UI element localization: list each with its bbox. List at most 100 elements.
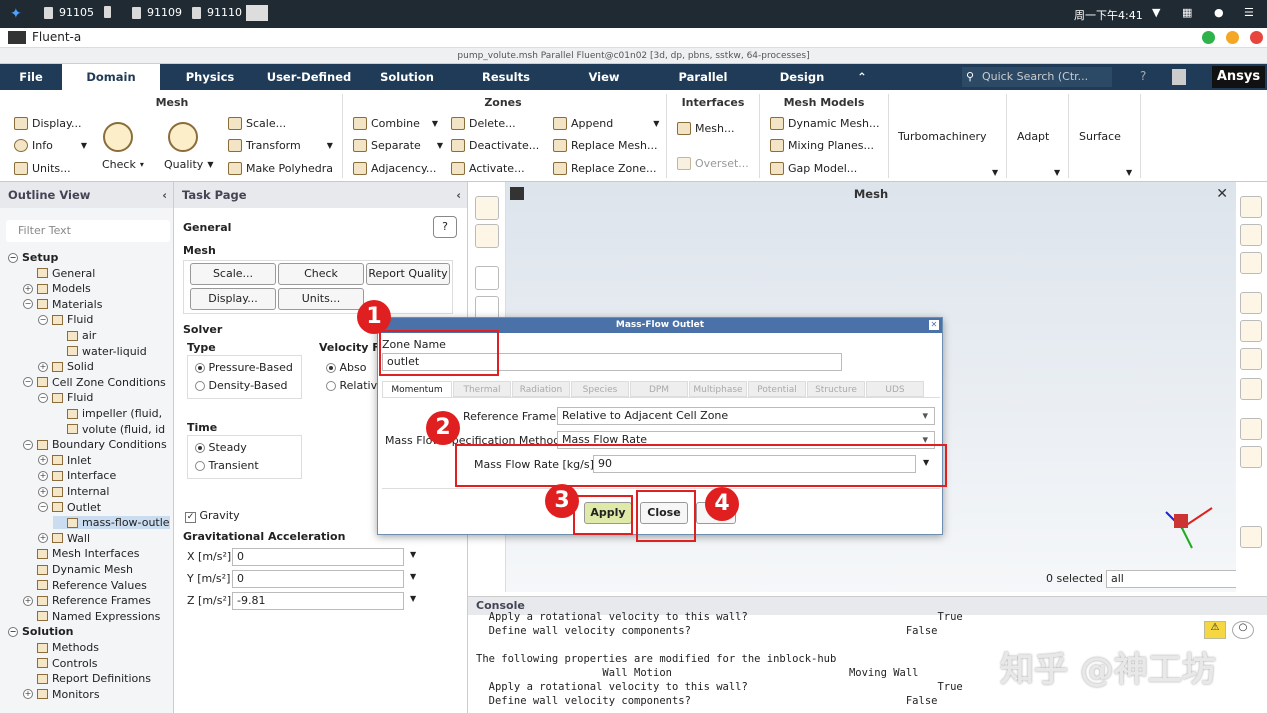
tree-node[interactable]: − Materials [23, 298, 102, 311]
adapt-group[interactable]: Adapt [1017, 130, 1049, 143]
expand-icon[interactable]: + [38, 533, 48, 544]
collapse-task-icon[interactable]: ‹ [456, 182, 461, 208]
tree-node[interactable]: + Wall [38, 532, 90, 545]
tab-design[interactable]: Design [770, 64, 834, 90]
interfaces-mesh-button[interactable]: Mesh... [677, 122, 734, 135]
tree-node[interactable]: − Cell Zone Conditions [23, 376, 166, 389]
density-based-radio[interactable]: Density-Based [195, 379, 287, 392]
check-task-button[interactable]: Check [278, 263, 364, 285]
x-input[interactable]: 0 [232, 548, 404, 566]
tree-node[interactable]: − Boundary Conditions [23, 438, 167, 451]
tree-node[interactable]: Controls [23, 657, 98, 670]
check-button[interactable]: Check ▾ [102, 158, 144, 171]
menu-icon[interactable]: ☰ [1244, 6, 1254, 19]
tree-node[interactable]: Mesh Interfaces [23, 547, 139, 560]
tree-node[interactable]: impeller (fluid, [53, 407, 162, 420]
dialog-tab-momentum[interactable]: Momentum [382, 381, 452, 397]
tree-node[interactable]: Reference Values [23, 579, 147, 592]
tab-physics[interactable]: Physics [172, 64, 248, 90]
turbomachinery-group[interactable]: Turbomachinery [898, 130, 987, 143]
activate-button[interactable]: Activate... [451, 162, 525, 175]
expand-icon[interactable]: + [23, 283, 33, 294]
expand-icon[interactable]: + [38, 361, 48, 372]
gap-model-button[interactable]: Gap Model... [770, 162, 857, 175]
append-button[interactable]: Append ▼ [553, 117, 659, 130]
tree-node[interactable]: − Fluid [38, 391, 93, 404]
notes-icon[interactable] [1172, 69, 1186, 85]
expand-icon[interactable]: + [23, 689, 33, 700]
gravity-checkbox[interactable]: ✓ Gravity [185, 509, 240, 523]
expand-icon[interactable]: + [38, 470, 48, 481]
collapse-icon[interactable]: − [38, 314, 48, 325]
z-dropdown-icon[interactable]: ▼ [410, 594, 416, 603]
collapse-icon[interactable]: − [8, 626, 18, 637]
relative-radio[interactable]: Relativ [326, 379, 377, 392]
z-input[interactable]: -9.81 [232, 592, 404, 610]
collapse-icon[interactable]: − [23, 439, 33, 450]
view-iso-icon[interactable] [1240, 252, 1262, 274]
display-button[interactable]: Display... [14, 117, 81, 130]
collapse-icon[interactable]: − [23, 299, 33, 310]
tree-node[interactable]: + Internal [38, 485, 109, 498]
collapse-panel-icon[interactable]: ‹ [162, 182, 167, 208]
close-window-button[interactable] [1250, 31, 1263, 44]
tree-node[interactable]: Report Definitions [23, 672, 151, 685]
tree-node[interactable]: − Solution [8, 625, 74, 638]
minimize-button[interactable] [1202, 31, 1215, 44]
units-button[interactable]: Units... [14, 162, 71, 175]
quick-search-input[interactable]: ⚲ Quick Search (Ctr... [962, 67, 1112, 87]
scale-task-button[interactable]: Scale... [190, 263, 276, 285]
view-front-icon[interactable] [1240, 196, 1262, 218]
network-icon[interactable]: ▼ [1152, 6, 1160, 19]
help-icon[interactable]: ? [1140, 69, 1146, 83]
tree-node[interactable]: + Solid [38, 360, 94, 373]
eye-icon[interactable] [1240, 292, 1262, 314]
expand-icon[interactable]: + [38, 486, 48, 497]
units-task-button[interactable]: Units... [278, 288, 364, 310]
orient-icon[interactable] [475, 196, 499, 220]
tree-node[interactable]: + Reference Frames [23, 594, 151, 607]
dialog-tab-species[interactable]: Species [571, 381, 629, 397]
info-button[interactable]: Info ▼ [14, 139, 87, 152]
view-side-icon[interactable] [1240, 224, 1262, 246]
tab-results[interactable]: Results [468, 64, 544, 90]
separate-button[interactable]: Separate ▼ [353, 139, 443, 152]
clear-console-icon[interactable]: ○ [1232, 621, 1254, 639]
copy-icon[interactable] [1240, 348, 1262, 370]
filter-input[interactable]: Filter Text [6, 220, 170, 242]
dialog-tab-thermal[interactable]: Thermal [453, 381, 511, 397]
transform-button[interactable]: Transform ▼ [228, 139, 333, 152]
app-menu-icon[interactable]: ✦ [10, 6, 22, 22]
collapse-icon[interactable]: − [8, 252, 18, 263]
combine-button[interactable]: Combine ▼ [353, 117, 438, 130]
deactivate-button[interactable]: Deactivate... [451, 139, 539, 152]
overset-button[interactable]: Overset... [677, 157, 749, 170]
dialog-tab-multiphase[interactable]: Multiphase [689, 381, 747, 397]
replace-zone-button[interactable]: Replace Zone... [553, 162, 657, 175]
expand-icon[interactable]: + [38, 455, 48, 466]
tree-node[interactable]: + Interface [38, 469, 116, 482]
tab-user-defined[interactable]: User-Defined [260, 64, 358, 90]
turbo-expand-icon[interactable]: ▼ [992, 168, 998, 177]
adjacency-button[interactable]: Adjacency... [353, 162, 436, 175]
replace-mesh-button[interactable]: Replace Mesh... [553, 139, 657, 152]
mixing-planes-button[interactable]: Mixing Planes... [770, 139, 874, 152]
ref-frame-select[interactable]: Relative to Adjacent Cell Zone [557, 407, 935, 425]
tree-node[interactable]: Dynamic Mesh [23, 563, 133, 576]
pointer-icon[interactable] [475, 266, 499, 290]
tab-file[interactable]: File [8, 64, 54, 90]
report-quality-button[interactable]: Report Quality [366, 263, 450, 285]
tab-parallel[interactable]: Parallel [666, 64, 740, 90]
tree-node[interactable]: − Outlet [38, 501, 101, 514]
tab-solution[interactable]: Solution [370, 64, 444, 90]
tab-domain[interactable]: Domain [62, 64, 160, 90]
surface-group[interactable]: Surface [1079, 130, 1121, 143]
taskbar-item-2[interactable]: 91109 [132, 6, 182, 19]
tree-node[interactable]: − Fluid [38, 313, 93, 326]
ansys-taskbar-icon[interactable] [246, 5, 268, 21]
dialog-tab-dpm[interactable]: DPM [630, 381, 688, 397]
chart-icon[interactable] [1240, 418, 1262, 440]
taskbar-icon[interactable] [104, 6, 111, 18]
help-button[interactable]: ? [433, 216, 457, 238]
steady-radio[interactable]: Steady [195, 441, 247, 454]
